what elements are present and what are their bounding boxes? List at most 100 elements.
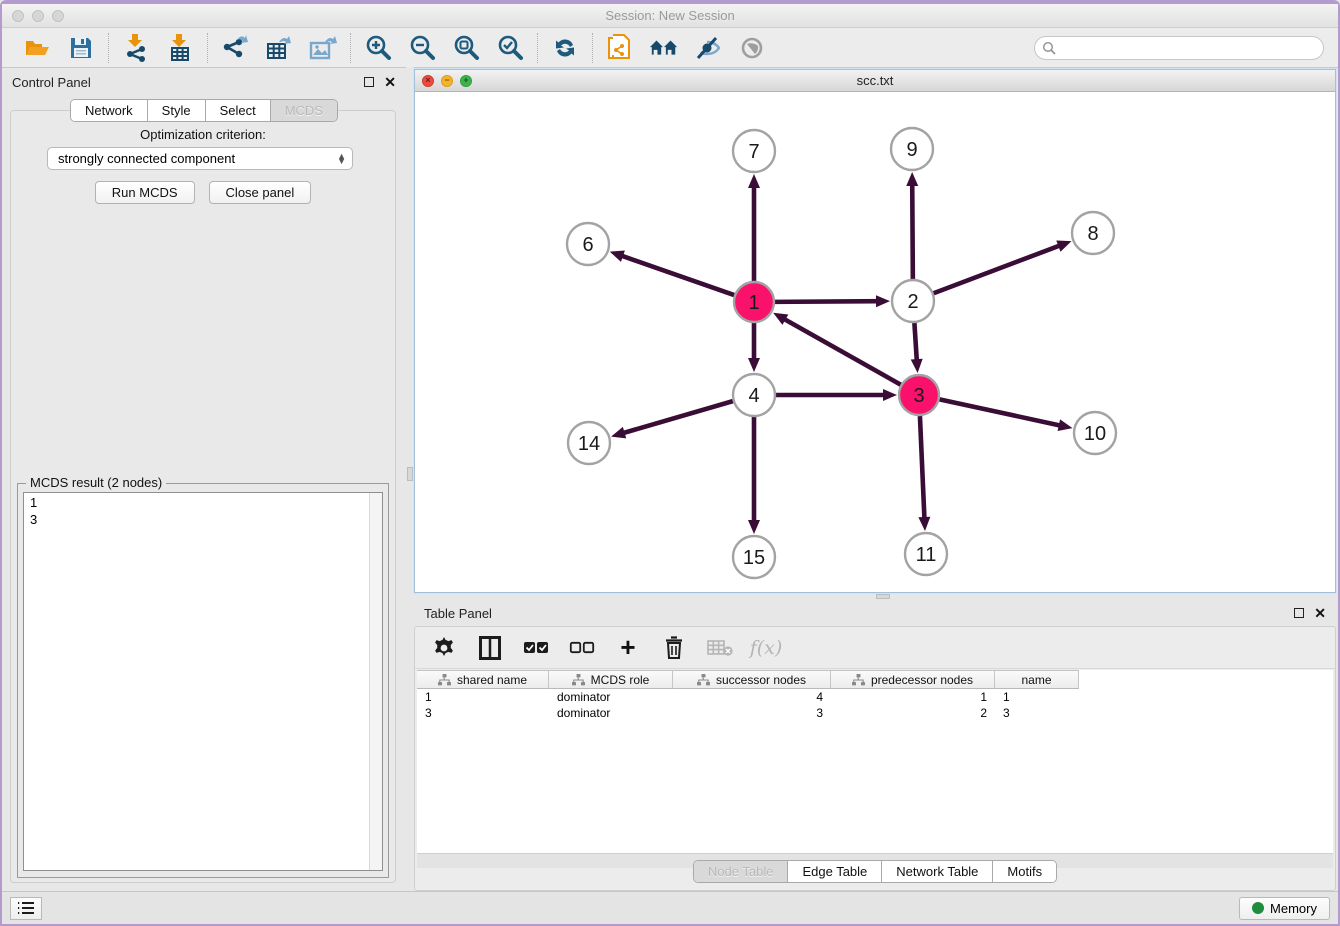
save-floppy-icon[interactable]: [66, 33, 96, 63]
criterion-select[interactable]: strongly connected component ▲▼: [47, 147, 353, 170]
table-cell[interactable]: 3: [673, 705, 831, 721]
column-header-MCDS-role[interactable]: MCDS role: [549, 670, 673, 689]
close-panel-icon[interactable]: ✕: [384, 77, 396, 87]
eye-disabled-icon[interactable]: [737, 33, 767, 63]
graph-node-6[interactable]: 6: [567, 223, 609, 265]
add-column-icon[interactable]: +: [615, 635, 641, 661]
split-columns-icon[interactable]: [477, 635, 503, 661]
table-row[interactable]: 1dominator411: [417, 689, 1333, 705]
tab-edge-table[interactable]: Edge Table: [788, 861, 882, 882]
clear-selection-checkboxes-icon[interactable]: [569, 635, 595, 661]
graph-edge-1-2[interactable]: [775, 295, 890, 307]
table-cell[interactable]: 4: [673, 689, 831, 705]
export-network-icon[interactable]: [220, 33, 250, 63]
main-toolbar: [2, 28, 1338, 68]
mcds-result-text[interactable]: 1 3: [23, 492, 383, 871]
graph-edge-2-8[interactable]: [934, 240, 1072, 293]
graph-edge-3-11[interactable]: [918, 416, 930, 531]
column-header-successor-nodes[interactable]: successor nodes: [673, 670, 831, 689]
tab-network[interactable]: Network: [71, 100, 148, 121]
table-cell[interactable]: dominator: [549, 689, 673, 705]
close-panel-button[interactable]: Close panel: [209, 181, 312, 204]
graph-edge-2-9[interactable]: [906, 172, 918, 279]
tab-node-table[interactable]: Node Table: [694, 861, 789, 882]
column-header-shared-name[interactable]: shared name: [417, 670, 549, 689]
float-panel-icon[interactable]: [1294, 608, 1304, 618]
close-panel-icon[interactable]: ✕: [1314, 608, 1326, 618]
column-header-name[interactable]: name: [995, 670, 1079, 689]
trash-icon[interactable]: [661, 635, 687, 661]
refresh-arrows-icon[interactable]: [550, 33, 580, 63]
splitter-grabber[interactable]: [876, 594, 890, 599]
double-house-icon[interactable]: [649, 33, 679, 63]
graph-edge-3-10[interactable]: [940, 399, 1073, 431]
tab-select[interactable]: Select: [206, 100, 271, 121]
search-magnifier-icon: [1042, 41, 1056, 55]
open-folder-icon[interactable]: [22, 33, 52, 63]
task-history-button[interactable]: [10, 897, 42, 920]
graph-node-2[interactable]: 2: [892, 280, 934, 322]
table-cell[interactable]: 1: [417, 689, 549, 705]
network-canvas[interactable]: 7 9 6 8 1 2 4 3 14 10 15 11: [415, 92, 1335, 592]
splitter-grabber[interactable]: [407, 467, 413, 481]
zoom-selected-icon[interactable]: [495, 33, 525, 63]
graph-node-9[interactable]: 9: [891, 128, 933, 170]
export-table-icon[interactable]: [264, 33, 294, 63]
run-mcds-button[interactable]: Run MCDS: [95, 181, 195, 204]
export-image-icon[interactable]: [308, 33, 338, 63]
graph-node-15[interactable]: 15: [733, 536, 775, 578]
horizontal-splitter[interactable]: [414, 593, 1338, 600]
graph-node-7[interactable]: 7: [733, 130, 775, 172]
graph-edge-4-15[interactable]: [748, 417, 760, 534]
tab-motifs[interactable]: Motifs: [993, 861, 1056, 882]
graph-node-label: 15: [743, 547, 765, 569]
table-cell[interactable]: dominator: [549, 705, 673, 721]
graph-edge-3-1[interactable]: [773, 313, 901, 385]
gear-icon[interactable]: [431, 635, 457, 661]
vertical-splitter[interactable]: [406, 67, 414, 891]
result-scrollbar[interactable]: [369, 493, 382, 870]
float-panel-icon[interactable]: [364, 77, 374, 87]
memory-button[interactable]: Memory: [1239, 897, 1330, 920]
column-header-predecessor-nodes[interactable]: predecessor nodes: [831, 670, 995, 689]
graph-node-8[interactable]: 8: [1072, 212, 1114, 254]
select-stepper-icon: ▲▼: [337, 154, 346, 164]
table-cell[interactable]: 2: [831, 705, 995, 721]
delete-table-icon[interactable]: [707, 635, 733, 661]
table-row[interactable]: 3dominator323: [417, 705, 1333, 721]
graph-edge-2-3[interactable]: [911, 323, 923, 373]
import-network-icon[interactable]: [121, 33, 151, 63]
zoom-out-icon[interactable]: [407, 33, 437, 63]
graph-node-3[interactable]: 3: [899, 375, 939, 415]
node-table: shared name MCDS role successor nodesprede…: [417, 670, 1333, 853]
table-cell[interactable]: 1: [831, 689, 995, 705]
column-header-label: MCDS role: [591, 673, 650, 687]
zoom-in-icon[interactable]: [363, 33, 393, 63]
control-panel-header: Control Panel ✕: [2, 69, 406, 95]
graph-node-14[interactable]: 14: [568, 422, 610, 464]
import-table-icon[interactable]: [165, 33, 195, 63]
graph-node-10[interactable]: 10: [1074, 412, 1116, 454]
table-cell[interactable]: 3: [995, 705, 1079, 721]
graph-node-1[interactable]: 1: [734, 282, 774, 322]
graph-edge-1-4[interactable]: [748, 323, 760, 372]
graph-edge-4-3[interactable]: [776, 389, 897, 401]
tab-network-table[interactable]: Network Table: [882, 861, 993, 882]
graph-edge-1-7[interactable]: [748, 174, 760, 281]
graph-edge-4-14[interactable]: [611, 401, 733, 438]
graph-node-4[interactable]: 4: [733, 374, 775, 416]
network-window-titlebar[interactable]: × − + scc.txt: [415, 70, 1335, 92]
zoom-fit-icon[interactable]: [451, 33, 481, 63]
status-bar: Memory: [2, 891, 1338, 924]
select-all-checkboxes-icon[interactable]: [523, 635, 549, 661]
tab-mcds[interactable]: MCDS: [271, 100, 337, 121]
clone-network-pages-icon[interactable]: [605, 33, 635, 63]
eye-slash-icon[interactable]: [693, 33, 723, 63]
graph-edge-1-6[interactable]: [610, 251, 734, 296]
table-cell[interactable]: 1: [995, 689, 1079, 705]
tab-style[interactable]: Style: [148, 100, 206, 121]
table-cell[interactable]: 3: [417, 705, 549, 721]
graph-node-11[interactable]: 11: [905, 533, 947, 575]
search-input[interactable]: [1034, 36, 1324, 60]
function-fx-icon[interactable]: f(x): [753, 635, 779, 661]
